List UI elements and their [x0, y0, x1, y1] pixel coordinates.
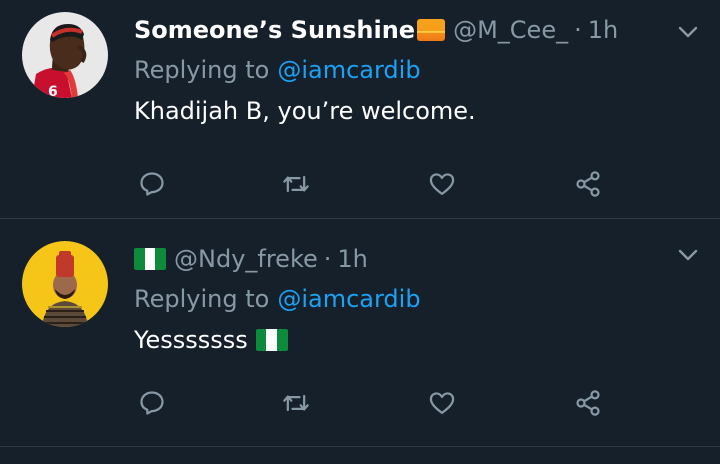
- tweet-header: @Ndy_freke · 1h: [134, 239, 660, 279]
- share-button[interactable]: [570, 166, 606, 202]
- svg-text:6: 6: [48, 84, 58, 98]
- chevron-down-icon[interactable]: [676, 243, 700, 267]
- tweet-actions: [134, 166, 614, 202]
- tweet-text-body: Khadijah B, you’re welcome.: [134, 97, 476, 125]
- tweet[interactable]: 6 Someone’s Sunshine @M_Cee_ · 1h Replyi…: [0, 0, 720, 219]
- retweet-button[interactable]: [278, 166, 314, 202]
- retweet-icon: [283, 394, 309, 412]
- nigeria-flag-icon: [255, 329, 288, 351]
- reply-button[interactable]: [134, 385, 170, 421]
- mention-link[interactable]: @iamcardib: [277, 56, 420, 84]
- tweet-text: Khadijah B, you’re welcome.: [134, 90, 660, 132]
- reply-button[interactable]: [134, 166, 170, 202]
- share-button[interactable]: [570, 385, 606, 421]
- tweet-actions: [134, 385, 614, 421]
- tweet-content: @Ndy_freke · 1h Replying to @iamcardib Y…: [134, 239, 660, 361]
- like-button[interactable]: [424, 166, 460, 202]
- sunrise-emoji-icon: [417, 19, 446, 41]
- share-icon: [576, 171, 600, 197]
- separator-dot: ·: [323, 245, 332, 273]
- avatar-image: 6: [22, 12, 108, 98]
- like-icon: [429, 392, 455, 415]
- like-button[interactable]: [424, 385, 460, 421]
- tweet-header: Someone’s Sunshine @M_Cee_ · 1h: [134, 10, 660, 50]
- tweet-content: Someone’s Sunshine @M_Cee_ · 1h Replying…: [134, 10, 660, 132]
- mention-link[interactable]: @iamcardib: [277, 285, 420, 313]
- replying-to: Replying to @iamcardib: [134, 50, 660, 90]
- tweet-text-body: Yesssssss: [134, 326, 248, 354]
- tweet[interactable]: @Ndy_freke · 1h Replying to @iamcardib Y…: [0, 219, 720, 447]
- retweet-icon: [283, 175, 309, 193]
- avatar-image: [22, 241, 108, 327]
- chevron-down-icon[interactable]: [676, 20, 700, 44]
- nigeria-flag-icon: [134, 248, 166, 270]
- user-handle[interactable]: @Ndy_freke: [174, 245, 318, 273]
- separator-dot: ·: [574, 16, 582, 44]
- timestamp[interactable]: 1h: [337, 245, 367, 273]
- reply-icon: [140, 172, 164, 196]
- tweet-text: Yesssssss: [134, 319, 660, 361]
- avatar[interactable]: 6: [22, 12, 108, 98]
- share-icon: [576, 390, 600, 416]
- replying-to-label: Replying to: [134, 56, 270, 84]
- timestamp[interactable]: 1h: [588, 16, 618, 44]
- replying-to: Replying to @iamcardib: [134, 279, 660, 319]
- avatar[interactable]: [22, 241, 108, 327]
- user-handle[interactable]: @M_Cee_: [453, 16, 568, 44]
- like-icon: [429, 173, 455, 196]
- replying-to-label: Replying to: [134, 285, 270, 313]
- reply-icon: [140, 391, 164, 415]
- retweet-button[interactable]: [278, 385, 314, 421]
- display-name[interactable]: Someone’s Sunshine: [134, 16, 415, 44]
